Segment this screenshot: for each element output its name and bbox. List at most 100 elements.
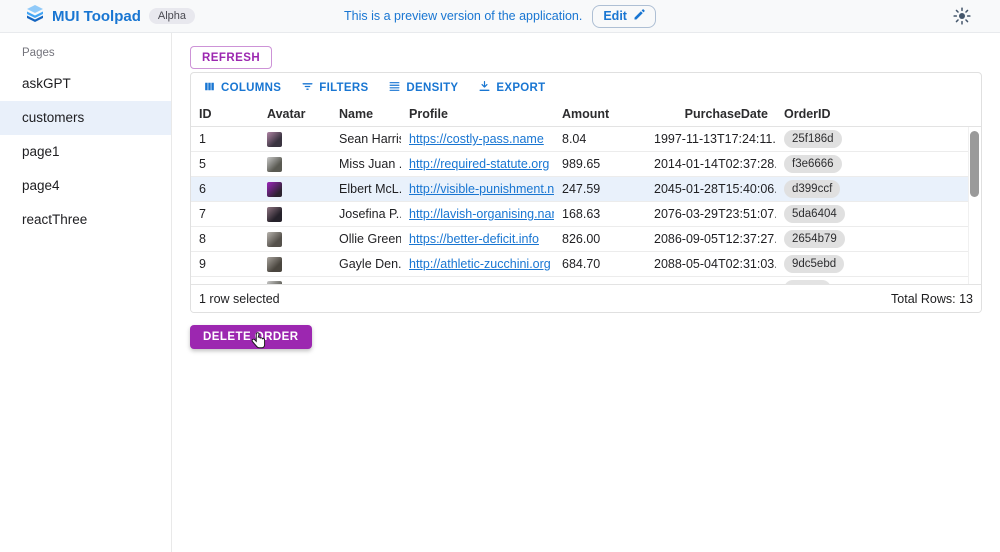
grid-rows-viewport: 1 Sean Harris https://costly-pass.name 8… [191,127,981,284]
table-row[interactable]: 1 Sean Harris https://costly-pass.name 8… [191,127,981,152]
grid-footer: 1 row selected Total Rows: 13 [191,284,981,312]
cell-profile: http://required-statute.org [401,157,554,171]
vertical-scrollbar-thumb[interactable] [970,131,979,197]
cell-id: 6 [191,182,259,196]
cell-name: Josefina P... [331,207,401,221]
sidebar-item-customers[interactable]: customers [0,101,171,135]
cell-orderid: d399ccf [776,180,876,198]
column-header-orderid[interactable]: OrderID [776,107,876,121]
cell-amount: 8.04 [554,132,646,146]
edit-button[interactable]: Edit [592,5,656,28]
cell-avatar [259,231,331,246]
pencil-icon [633,9,645,24]
table-row-partial [191,277,981,284]
preview-notice: This is a preview version of the applica… [344,9,582,23]
grid-toolbar: COLUMNS FILTERS DENSITY [191,73,981,101]
table-row[interactable]: 7 Josefina P... http://lavish-organising… [191,202,981,227]
table-row[interactable]: 9 Gayle Den... http://athletic-zucchini.… [191,252,981,277]
cell-name: Ollie Green... [331,232,401,246]
order-id-chip: 25f186d [784,130,842,148]
sidebar-item-page1[interactable]: page1 [0,135,171,169]
cell-orderid: 2654b79 [776,230,876,248]
cell-purchasedate: 2014-01-14T02:37:28.536Z [646,157,776,171]
sidebar-section-label: Pages [0,33,171,67]
customers-data-grid: COLUMNS FILTERS DENSITY [190,72,982,313]
order-id-chip: 2654b79 [784,230,845,248]
view-column-icon [203,80,216,96]
avatar [267,157,282,172]
cell-purchasedate: 2088-05-04T02:31:03.294Z [646,257,776,271]
filters-button[interactable]: FILTERS [295,77,374,99]
cell-name: Miss Juan ... [331,157,401,171]
avatar [267,257,282,272]
refresh-button[interactable]: REFRESH [190,46,272,69]
cell-orderid: 9dc5ebd [776,255,876,273]
column-header-name[interactable]: Name [331,107,401,121]
cell-amount: 684.70 [554,257,646,271]
profile-link[interactable]: http://required-statute.org [409,157,549,171]
download-icon [478,80,491,96]
cell-profile: http://visible-punishment.net [401,182,554,196]
density-lines-icon [388,80,401,96]
avatar [267,132,282,147]
total-rows-label: Total Rows: 13 [891,292,973,306]
sidebar-item-reactthree[interactable]: reactThree [0,203,171,237]
column-header-avatar[interactable]: Avatar [259,107,331,121]
cell-avatar [259,206,331,221]
cell-amount: 168.63 [554,207,646,221]
profile-link[interactable]: https://costly-pass.name [409,132,544,146]
sidebar-item-askgpt[interactable]: askGPT [0,67,171,101]
cell-avatar [259,256,331,271]
delete-order-button[interactable]: DELETE ORDER [190,325,312,349]
sidebar-item-page4[interactable]: page4 [0,169,171,203]
column-header-amount[interactable]: Amount [554,107,646,121]
cell-amount: 247.59 [554,182,646,196]
profile-link[interactable]: http://athletic-zucchini.org [409,257,551,271]
order-id-chip: f3e6666 [784,155,842,173]
cell-amount: 989.65 [554,157,646,171]
theme-toggle-button[interactable] [952,7,972,27]
profile-link[interactable]: http://visible-punishment.net [409,182,554,196]
cell-profile: http://athletic-zucchini.org [401,257,554,271]
avatar [267,232,282,247]
profile-link[interactable]: https://better-deficit.info [409,232,539,246]
export-button[interactable]: EXPORT [472,77,551,99]
order-id-chip: 9dc5ebd [784,255,844,273]
order-id-chip: 5da6404 [784,205,845,223]
column-header-id[interactable]: ID [191,107,259,121]
table-row-selected[interactable]: 6 Elbert McL... http://visible-punishmen… [191,177,981,202]
filters-button-label: FILTERS [319,82,368,94]
density-button[interactable]: DENSITY [382,77,464,99]
columns-button-label: COLUMNS [221,82,281,94]
cell-orderid: 25f186d [776,130,876,148]
table-row[interactable]: 5 Miss Juan ... http://required-statute.… [191,152,981,177]
cell-name: Gayle Den... [331,257,401,271]
cell-avatar [259,131,331,146]
grid-header-row: ID Avatar Name Profile Amount PurchaseDa… [191,101,981,127]
cell-profile: https://costly-pass.name [401,132,554,146]
preview-banner: This is a preview version of the applica… [0,0,1000,32]
cell-name: Sean Harris [331,132,401,146]
avatar [267,182,282,197]
table-row[interactable]: 8 Ollie Green... https://better-deficit.… [191,227,981,252]
cell-avatar [259,156,331,171]
selection-status: 1 row selected [199,292,280,306]
avatar [267,207,282,222]
export-button-label: EXPORT [496,82,545,94]
cell-purchasedate: 1997-11-13T17:24:11.769Z [646,132,776,146]
column-header-profile[interactable]: Profile [401,107,554,121]
filter-list-icon [301,80,314,96]
cell-profile: http://lavish-organising.name [401,207,554,221]
cell-orderid: 5da6404 [776,205,876,223]
cell-id: 1 [191,132,259,146]
columns-button[interactable]: COLUMNS [197,77,287,99]
column-header-purchasedate[interactable]: PurchaseDate [646,107,776,121]
cell-id: 5 [191,157,259,171]
profile-link[interactable]: http://lavish-organising.name [409,207,554,221]
sun-icon [953,13,971,28]
main-content: REFRESH COLUMNS FILTERS [172,33,1000,552]
cell-avatar [259,181,331,196]
cell-profile: https://better-deficit.info [401,232,554,246]
cell-purchasedate: 2045-01-28T15:40:06.325Z [646,182,776,196]
vertical-scrollbar-track[interactable] [968,127,981,286]
